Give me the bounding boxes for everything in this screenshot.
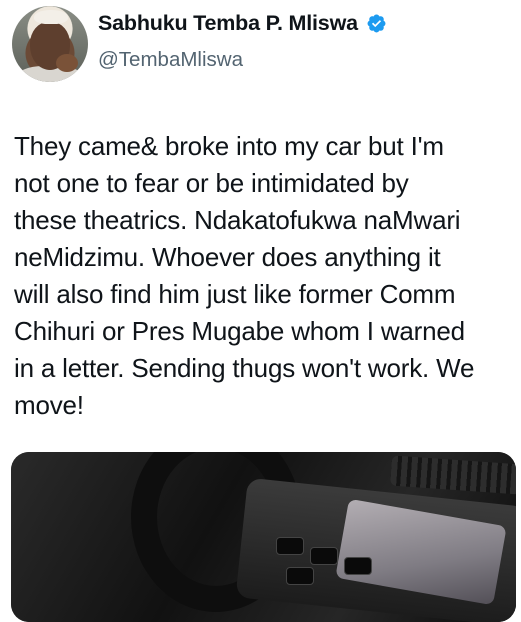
tweet-text-line: these theatrics. Ndakatofukwa naMwari — [14, 205, 461, 235]
tweet-text-line: Chihuri or Pres Mugabe whom I warned — [14, 316, 465, 346]
author-display-name[interactable]: Sabhuku Temba P. Mliswa — [98, 11, 358, 36]
tweet-text-line: not one to fear or be intimidated by — [14, 168, 409, 198]
tweet-text-line: They came& broke into my car but I'm — [14, 131, 444, 161]
tweet-text-line: move! — [14, 390, 84, 420]
tweet-text-line: will also find him just like former Comm — [14, 279, 456, 309]
tweet-text-line: neMidzimu. Whoever does anything it — [14, 242, 441, 272]
tweet-text-line: in a letter. Sending thugs won't work. W… — [14, 353, 475, 383]
avatar[interactable] — [12, 6, 88, 82]
tweet-text: They came& broke into my car but I'm not… — [14, 128, 514, 424]
author-handle[interactable]: @TembaMliswa — [98, 48, 243, 72]
author-name-row[interactable]: Sabhuku Temba P. Mliswa — [98, 11, 387, 36]
verified-badge-icon — [367, 14, 386, 33]
tweet-media-image[interactable] — [11, 452, 516, 622]
